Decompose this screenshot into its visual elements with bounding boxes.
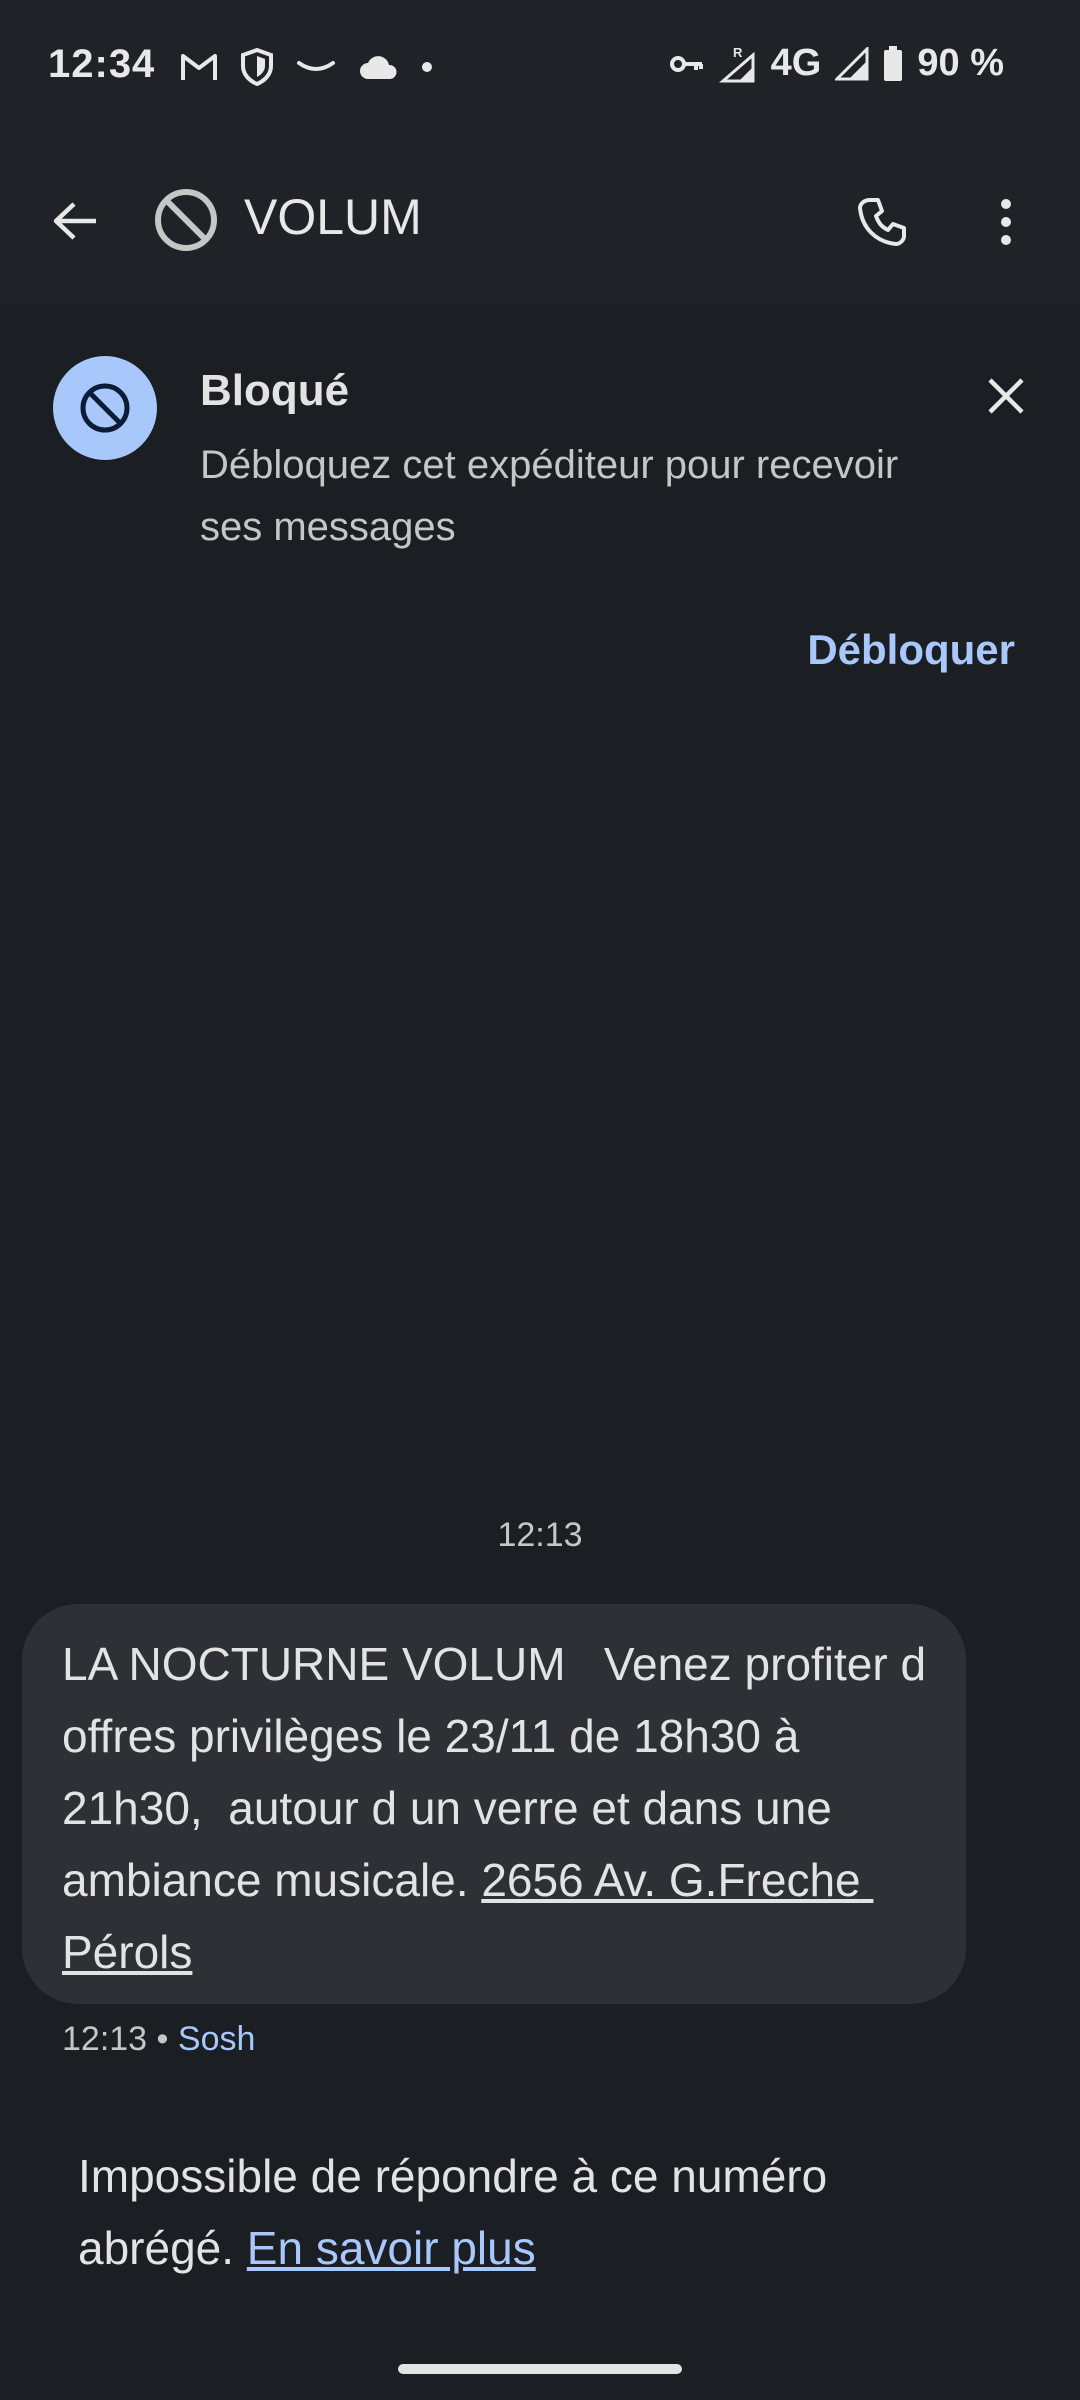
- contact-name[interactable]: VOLUM: [244, 188, 422, 246]
- banner-description: Débloquez cet expéditeur pour recevoir s…: [200, 443, 899, 549]
- battery-level: 90 %: [917, 42, 1004, 84]
- shield-icon: [241, 48, 273, 86]
- meta-separator: •: [156, 2020, 169, 2058]
- system-icons: R 4G 90 %: [669, 42, 1004, 85]
- phone-icon: [858, 198, 906, 246]
- blocked-banner: Bloqué Débloquez cet expéditeur pour rec…: [0, 304, 1080, 704]
- more-vert-icon: [1001, 199, 1011, 245]
- blocked-contact-icon: [152, 186, 220, 254]
- more-options-button[interactable]: [970, 186, 1042, 258]
- signal-roaming-icon: R: [718, 45, 755, 82]
- dot-icon: [422, 62, 432, 72]
- blocked-badge: [53, 356, 157, 460]
- amazon-icon: [297, 61, 335, 71]
- cloud-icon: [360, 56, 397, 79]
- message-text: LA NOCTURNE VOLUM Venez profiter d offre…: [62, 1628, 942, 1988]
- message-meta: 12:13 • Sosh: [62, 2020, 255, 2059]
- date-header: 12:13: [497, 1516, 583, 1554]
- close-icon: [988, 378, 1024, 414]
- cannot-reply-note: Impossible de répondre à ce numéro abrég…: [78, 2140, 978, 2284]
- call-button[interactable]: [846, 186, 918, 258]
- home-indicator[interactable]: [398, 2364, 682, 2374]
- arrow-back-icon: [53, 202, 96, 240]
- signal-icon: [835, 46, 869, 80]
- blocked-icon: [80, 383, 130, 433]
- vpn-key-icon: [669, 55, 703, 72]
- svg-text:R: R: [733, 45, 743, 60]
- network-type: 4G: [770, 42, 822, 84]
- unblock-button[interactable]: Débloquer: [807, 626, 1015, 674]
- gmail-icon: [181, 54, 217, 80]
- banner-title: Bloqué: [200, 366, 350, 415]
- dismiss-banner-button[interactable]: [970, 360, 1042, 432]
- status-bar: 12:34 R 4G 90 %: [0, 0, 1080, 136]
- notification-icons: [180, 48, 434, 86]
- status-time: 12:34: [48, 42, 156, 86]
- message-bubble[interactable]: LA NOCTURNE VOLUM Venez profiter d offre…: [22, 1604, 966, 2004]
- battery-icon: [884, 45, 903, 81]
- app-bar: VOLUM: [0, 136, 1080, 304]
- learn-more-link[interactable]: En savoir plus: [247, 2222, 536, 2274]
- sim-label: Sosh: [177, 2020, 256, 2058]
- back-button[interactable]: [40, 186, 110, 256]
- message-time: 12:13: [62, 2020, 148, 2058]
- blocked-icon: [155, 189, 217, 251]
